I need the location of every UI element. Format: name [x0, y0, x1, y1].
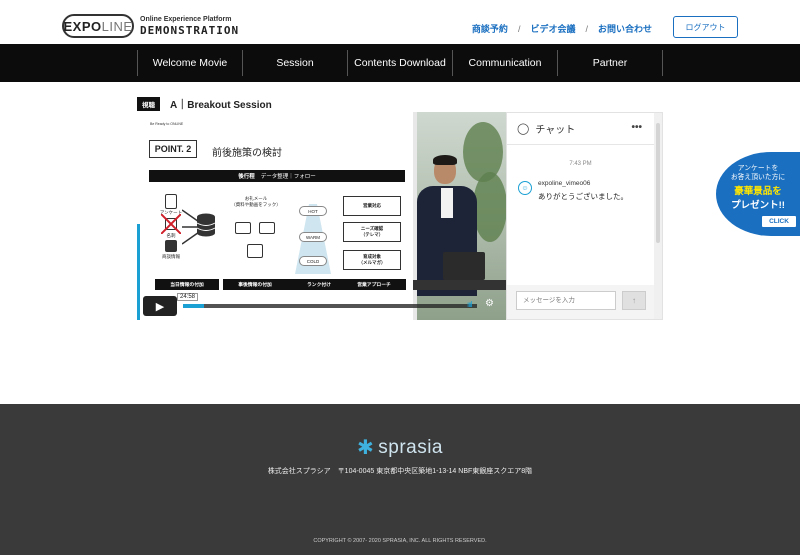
chat-messages: 7:43 PM ☺ expoline_vimeo06 ありがとうございました。: [507, 145, 654, 285]
chat-panel: ◯ チャット ••• 7:43 PM ☺ expoline_vimeo06 あり…: [506, 112, 663, 320]
download-icon: [247, 244, 263, 258]
stage-cold: COLD: [299, 256, 327, 266]
video-icon: [259, 222, 275, 234]
presenter-video: [413, 112, 506, 320]
survey-text-top: アンケートを お答え頂いた方に: [716, 164, 800, 182]
link-separator: /: [585, 23, 588, 34]
nav-item-contents-download[interactable]: Contents Download: [348, 50, 453, 76]
chat-scroll-thumb[interactable]: [656, 123, 660, 243]
survey-doc-icon: [165, 194, 177, 209]
laptop-image: [443, 252, 485, 280]
slide-tagline: Be Ready to ONLINE: [150, 122, 184, 126]
survey-line-1: アンケートを: [737, 165, 779, 172]
company-address: 株式会社スプラシア 〒104-0045 東京都中央区築地1-13-14 NBF東…: [267, 468, 533, 475]
slide-bar-sub: データ整理｜フォロー: [260, 174, 316, 180]
slide-tab-after: 事後情報の付加: [223, 279, 287, 290]
top-links: 商談予約 / ビデオ会議 / お問い合わせ: [472, 22, 652, 35]
chat-timestamp: 7:43 PM: [569, 161, 592, 167]
nav-item-communication[interactable]: Communication: [453, 50, 558, 76]
presentation-slide: Be Ready to ONLINE POINT. 2 前後施策の検討 後行程 …: [137, 112, 413, 320]
video-player[interactable]: Be Ready to ONLINE POINT. 2 前後施策の検討 後行程 …: [137, 112, 506, 320]
link-video-conference[interactable]: ビデオ会議: [530, 22, 575, 35]
logo-title: DEMONSTRATION: [140, 24, 240, 37]
chat-username: expoline_vimeo06: [538, 180, 591, 187]
logo-text: Online Experience Platform DEMONSTRATION: [140, 16, 239, 36]
link-meeting-reservation[interactable]: 商談予約: [472, 22, 508, 35]
survey-line-4: プレゼント!!: [731, 200, 785, 211]
send-button[interactable]: ↑: [622, 291, 646, 310]
cross-out-icon: [161, 214, 181, 234]
desk-image: [413, 280, 506, 290]
site-header: EXPO LINE Online Experience Platform DEMO…: [0, 0, 800, 44]
chat-message: ありがとうございました。: [538, 192, 628, 201]
play-icon: ▶: [155, 300, 165, 313]
box-needs: ニーズ確認 （テレマ）: [343, 222, 401, 242]
logo-subtitle: Online Experience Platform: [140, 16, 232, 23]
stage-warm: WARM: [299, 232, 327, 242]
logo-word-line: LINE: [101, 18, 133, 34]
video-progress-bar[interactable]: [183, 304, 477, 308]
mail-icon: [235, 222, 251, 234]
people-icon: [165, 240, 177, 252]
video-controls: ▶ 24:58 ıııl ⚙: [137, 293, 506, 320]
database-icon: [196, 213, 216, 237]
presenter-shirt: [441, 188, 453, 218]
slide-label-deal: 商談情報: [162, 254, 180, 259]
slide-section-bar: 後行程 データ整理｜フォロー: [149, 170, 405, 182]
slide-point-label: POINT. 2: [149, 140, 197, 158]
nav-item-session[interactable]: Session: [243, 50, 348, 76]
copyright: COPYRIGHT © 2007- 2020 SPRASIA, INC. ALL…: [313, 538, 487, 544]
settings-gear-icon[interactable]: ⚙: [485, 298, 494, 309]
survey-line-2: お答え頂いた方に: [730, 174, 786, 182]
logo-mark: EXPO LINE: [62, 14, 134, 38]
survey-banner[interactable]: アンケートを お答え頂いた方に 豪華景品を プレゼント!! CLICK: [716, 152, 800, 236]
session-heading: 視聴 A｜Breakout Session: [137, 96, 272, 111]
session-title: A｜Breakout Session: [170, 100, 272, 111]
site-footer: ✱ sprasia 株式会社スプラシア 〒104-0045 東京都中央区築地1-…: [0, 404, 800, 555]
send-arrow-icon: ↑: [632, 296, 636, 305]
chat-title: チャット: [535, 125, 576, 136]
logout-button[interactable]: ログアウト: [673, 16, 738, 38]
link-separator: /: [517, 23, 521, 34]
video-progress-fill: [183, 304, 204, 308]
survey-line-3: 豪華景品を: [734, 186, 782, 197]
expoline-logo[interactable]: EXPO LINE Online Experience Platform DEMO…: [62, 14, 239, 38]
slide-tab-day: 当日情報の付加: [155, 279, 219, 290]
chat-menu-icon[interactable]: •••: [631, 122, 642, 133]
slide-mail-label: お礼メール （資料や動画をフック）: [231, 196, 281, 207]
chat-bubble-icon: ◯: [517, 123, 530, 135]
sprasia-logo[interactable]: ✱ sprasia: [0, 435, 800, 460]
logo-word-expo: EXPO: [63, 18, 102, 34]
link-contact[interactable]: お問い合わせ: [598, 22, 652, 35]
stage-hot: HOT: [299, 206, 327, 216]
survey-click-button[interactable]: CLICK: [762, 216, 796, 227]
sprasia-logo-text: sprasia: [378, 436, 443, 458]
watch-badge: 視聴: [137, 96, 160, 111]
smiley-avatar-icon: ☺: [518, 181, 532, 195]
volume-icon[interactable]: ıııl: [467, 300, 473, 309]
main-nav: Welcome Movie Session Contents Download …: [0, 44, 800, 82]
slide-title: 前後施策の検討: [212, 148, 282, 159]
nav-items: Welcome Movie Session Contents Download …: [137, 50, 663, 76]
video-time: 24:58: [177, 293, 199, 301]
slide-bar-main: 後行程: [238, 174, 255, 180]
slide-tab-approach: 営業アプローチ: [342, 279, 406, 290]
chat-scrollbar[interactable]: [654, 113, 662, 319]
play-button[interactable]: ▶: [143, 296, 177, 316]
presenter-hair: [433, 155, 457, 165]
nav-item-partner[interactable]: Partner: [558, 50, 663, 76]
chat-message-input[interactable]: [516, 291, 616, 310]
box-nurture: 育成対象 （メルマガ）: [343, 250, 401, 270]
chat-header: ◯ チャット •••: [507, 113, 662, 145]
box-sales: 営業対応: [343, 196, 401, 216]
nav-item-welcome-movie[interactable]: Welcome Movie: [138, 50, 243, 76]
sprasia-mark-icon: ✱: [356, 437, 375, 459]
